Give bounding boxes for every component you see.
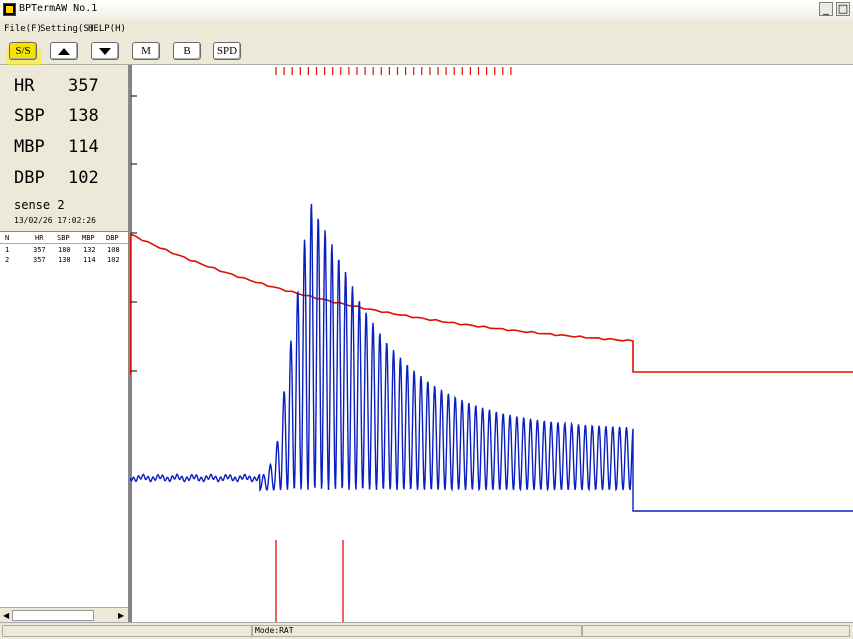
pressure-trace: [129, 233, 853, 373]
menu-bar: File(F) Setting(S) HELP(H): [0, 20, 853, 38]
waveform-plot: [129, 65, 853, 622]
scroll-right-icon[interactable]: ▶: [118, 611, 124, 620]
triangle-up-icon: [58, 48, 70, 55]
mbp-readout: MBP 114: [14, 137, 99, 157]
start-stop-button[interactable]: S/S: [9, 42, 37, 60]
status-segment: [582, 625, 850, 637]
table-header-sbp: SBP: [57, 234, 70, 242]
dbp-label: DBP: [14, 168, 45, 188]
b-button[interactable]: B: [173, 42, 201, 60]
dbp-readout: DBP 102: [14, 168, 99, 188]
waveform-canvas: [129, 65, 853, 622]
table-header-dbp: DBP: [106, 234, 119, 242]
title-bar: BPTermAW No.1 _ □: [0, 0, 853, 21]
spd-button[interactable]: SPD: [213, 42, 241, 60]
sbp-readout: SBP 138: [14, 106, 99, 126]
down-button[interactable]: [91, 42, 119, 60]
dbp-value: 102: [68, 168, 99, 188]
app-icon: [3, 3, 16, 16]
table-header-mbp: MBP: [82, 234, 95, 242]
triangle-down-icon: [99, 48, 111, 55]
table-header-hr: HR: [35, 234, 44, 242]
menu-setting[interactable]: Setting(S): [40, 24, 94, 34]
minimize-button[interactable]: _: [819, 2, 833, 16]
toolbar: S/S M B SPD: [0, 38, 853, 76]
results-table: N HR SBP MBP DBP 1 357 180 132 108 2 357…: [0, 231, 128, 608]
sense-label: sense 2: [14, 198, 65, 212]
hr-label: HR: [14, 76, 35, 96]
sbp-label: SBP: [14, 106, 45, 126]
menu-file[interactable]: File(F): [4, 24, 42, 34]
scroll-left-icon[interactable]: ◀: [3, 611, 9, 620]
readout-panel: HR 357 SBP 138 MBP 114 DBP 102 sense 2 13/02…: [0, 65, 128, 231]
table-header-n: N: [5, 234, 10, 242]
table-cell: 1: [5, 246, 10, 254]
sbp-value: 138: [68, 106, 99, 126]
timestamp: 13/02/26 17:02:26: [14, 216, 96, 225]
hr-readout: HR 357: [14, 76, 99, 96]
status-bar: Mode:RAT: [0, 622, 853, 639]
m-button[interactable]: M: [132, 42, 160, 60]
table-cell: 138: [58, 256, 71, 264]
up-button[interactable]: [50, 42, 78, 60]
table-cell: 132: [83, 246, 96, 254]
mode-status: Mode:RAT: [252, 625, 582, 637]
mbp-label: MBP: [14, 137, 45, 157]
maximize-button[interactable]: □: [836, 2, 850, 16]
mbp-value: 114: [68, 137, 99, 157]
table-scrollbar[interactable]: ◀ ▶: [0, 607, 128, 623]
pulse-trace: [129, 203, 853, 512]
table-cell: 357: [33, 246, 46, 254]
status-segment: [2, 625, 252, 637]
table-cell: 102: [107, 256, 120, 264]
window-title: BPTermAW No.1: [19, 3, 98, 14]
table-cell: 357: [33, 256, 46, 264]
scroll-thumb[interactable]: [12, 610, 94, 621]
table-cell: 180: [58, 246, 71, 254]
hr-value: 357: [68, 76, 99, 96]
table-cell: 2: [5, 256, 10, 264]
table-cell: 108: [107, 246, 120, 254]
menu-help[interactable]: HELP(H): [88, 24, 126, 34]
table-cell: 114: [83, 256, 96, 264]
